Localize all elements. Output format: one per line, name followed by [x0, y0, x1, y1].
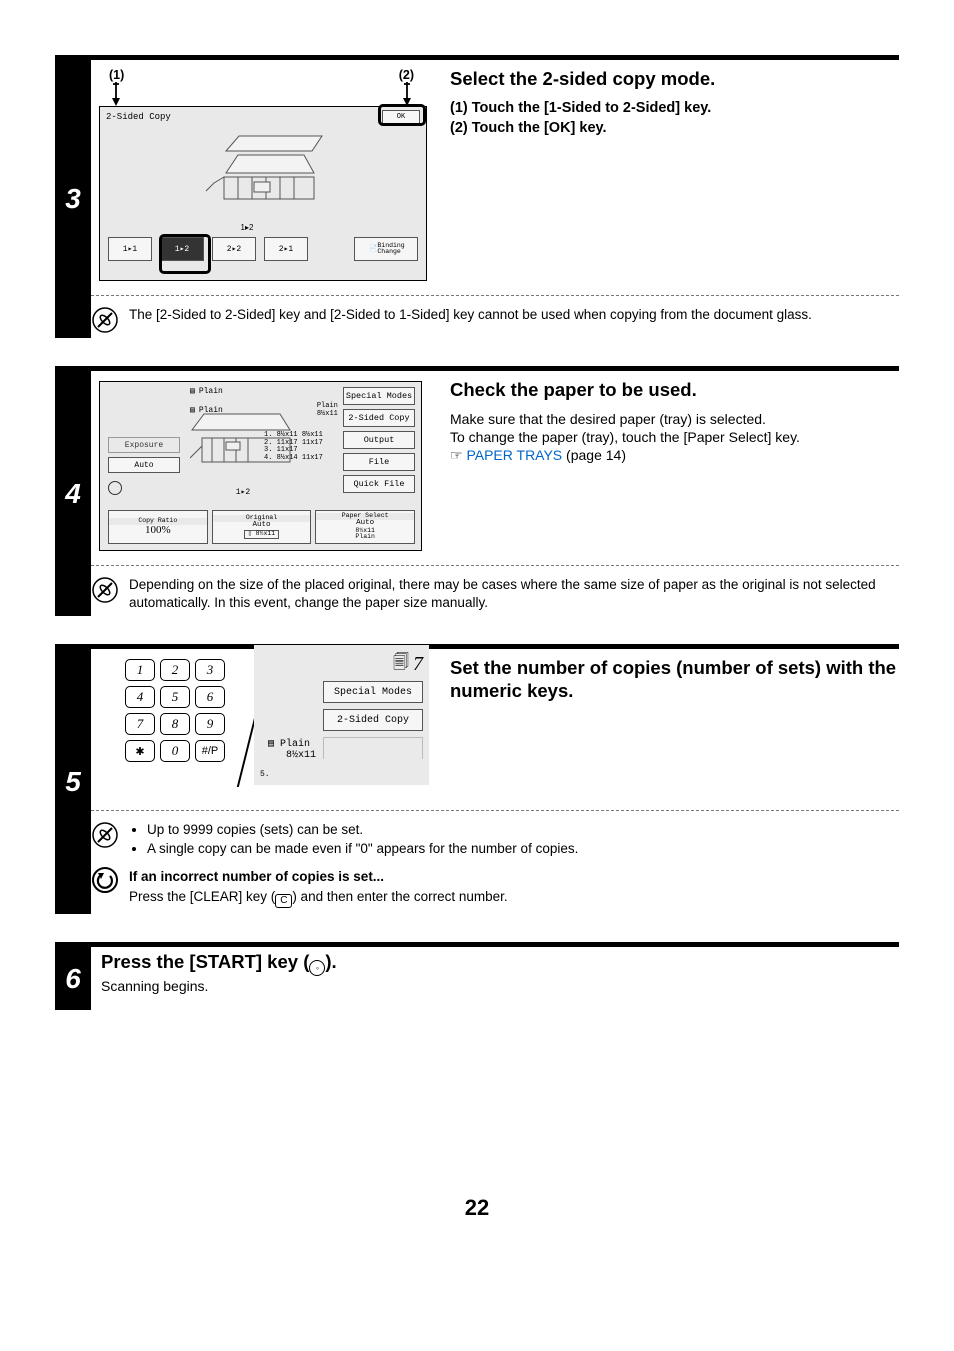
step-number: 6	[55, 947, 91, 1010]
keypad-graphic: 1 2 3 4 5 6 7 8 9 ✱ 0 #/	[99, 657, 429, 787]
exposure-label: Exposure	[108, 437, 180, 453]
step-number: 4	[55, 371, 91, 616]
document-glass-graphic	[204, 133, 324, 201]
step-6: 6 Press the [START] key (◦). Scanning be…	[55, 942, 899, 1010]
ok-button[interactable]: OK	[382, 110, 420, 124]
dial-icon	[108, 481, 122, 495]
note-icon	[91, 306, 119, 334]
keypad-0[interactable]: 0	[160, 740, 190, 762]
keypad-2[interactable]: 2	[160, 659, 190, 681]
step-number: 3	[55, 60, 91, 338]
quick-file-button[interactable]: Quick File	[343, 475, 415, 493]
step-body: To change the paper (tray), touch the [P…	[450, 429, 899, 445]
step-3: 3 (1) (2)	[55, 55, 899, 338]
note-text: Up to 9999 copies (sets) can be set. A s…	[129, 821, 578, 857]
2sided-copy-button[interactable]: 2-Sided Copy	[323, 709, 423, 731]
2sided-copy-button[interactable]: 2-Sided Copy	[343, 409, 415, 427]
keypad-7[interactable]: 7	[125, 713, 155, 735]
mode-2to1-button[interactable]: 2▸1	[264, 237, 308, 261]
note-icon	[91, 821, 119, 849]
arrow-down-icon	[109, 82, 123, 106]
undo-icon	[91, 866, 119, 894]
screen-2sided-copy: 2-Sided Copy OK	[99, 106, 427, 281]
copy-ratio-button[interactable]: Copy Ratio 100%	[108, 510, 208, 544]
keypad-5[interactable]: 5	[160, 686, 190, 708]
paper-select-button[interactable]: Paper Select Auto 8½x11 Plain	[315, 510, 415, 544]
mode-1to2-button[interactable]: 1▸2	[160, 237, 204, 261]
keypad-9[interactable]: 9	[195, 713, 225, 735]
keypad-1[interactable]: 1	[125, 659, 155, 681]
link-line: ☞ PAPER TRAYS (page 14)	[450, 447, 899, 464]
keypad-8[interactable]: 8	[160, 713, 190, 735]
screen-fragment: 🗐 7 Special Modes 2-Sided Copy	[254, 645, 429, 785]
step-heading: Press the [START] key (◦).	[101, 951, 899, 976]
note-text: The [2-Sided to 2-Sided] key and [2-Side…	[129, 306, 812, 324]
dashed-separator	[91, 810, 899, 811]
step-heading: Set the number of copies (number of sets…	[450, 657, 899, 701]
paper-type: Plain	[199, 387, 223, 396]
keypad-star[interactable]: ✱	[125, 740, 155, 762]
paper-icon: ▤	[268, 739, 274, 750]
note-icon	[91, 576, 119, 604]
start-key-icon: ◦	[309, 960, 325, 976]
orig-tray-icon: ▤	[190, 386, 195, 396]
step-heading: Select the 2-sided copy mode.	[450, 68, 899, 90]
page-number: 22	[0, 1195, 954, 1221]
keypad-6[interactable]: 6	[195, 686, 225, 708]
step-body: Make sure that the desired paper (tray) …	[450, 411, 899, 427]
note-text: Depending on the size of the placed orig…	[129, 576, 899, 612]
callout-1: (1)	[109, 68, 124, 82]
copies-icon: 🗐	[393, 651, 409, 678]
dashed-separator	[91, 565, 899, 566]
file-button[interactable]: File	[343, 453, 415, 471]
callout-2: (2)	[399, 68, 414, 82]
screen-title: 2-Sided Copy	[106, 112, 171, 122]
substep-1: (1) Touch the [1-Sided to 2-Sided] key.	[450, 100, 899, 116]
special-modes-button[interactable]: Special Modes	[343, 387, 415, 405]
mode-1to1-button[interactable]: 1▸1	[108, 237, 152, 261]
original-button[interactable]: Original Auto ▯ 8½x11	[212, 510, 312, 544]
pointer-icon: ☞	[450, 447, 463, 463]
duplex-indicator: 1▸2	[228, 487, 258, 497]
auto-button[interactable]: Auto	[108, 457, 180, 473]
substep-2: (2) Touch the [OK] key.	[450, 120, 899, 136]
clear-key-icon: C	[275, 894, 292, 908]
step-4: 4 ▤ Plain ▤ Plain	[55, 366, 899, 616]
mode-2to2-button[interactable]: 2▸2	[212, 237, 256, 261]
duplex-indicator: 1▸2	[232, 223, 262, 232]
arrow-down-icon	[400, 82, 414, 106]
output-button[interactable]: Output	[343, 431, 415, 449]
step-body: Scanning begins.	[101, 978, 899, 994]
keypad-pound[interactable]: #/P	[195, 740, 225, 762]
note-text: If an incorrect number of copies is set.…	[129, 866, 508, 910]
binding-change-button[interactable]: 📄 Binding Change	[354, 237, 418, 261]
keypad-4[interactable]: 4	[125, 686, 155, 708]
tray-list: 1. 8½x11 8½x11 2. 11x17 11x17 3. 11x17 4…	[264, 432, 334, 463]
keypad-3[interactable]: 3	[195, 659, 225, 681]
special-modes-button[interactable]: Special Modes	[323, 681, 423, 703]
copy-count: 7	[413, 653, 423, 676]
step-5: 5 1 2 3 4 5 6 7 8	[55, 644, 899, 913]
dashed-separator	[91, 295, 899, 296]
screen-copy-main: ▤ Plain ▤ Plain Plain 8½x11	[99, 381, 422, 551]
tiny-text: 5.	[260, 770, 270, 779]
paper-trays-link[interactable]: PAPER TRAYS	[466, 447, 562, 463]
step-heading: Check the paper to be used.	[450, 379, 899, 401]
step-number: 5	[55, 649, 91, 913]
